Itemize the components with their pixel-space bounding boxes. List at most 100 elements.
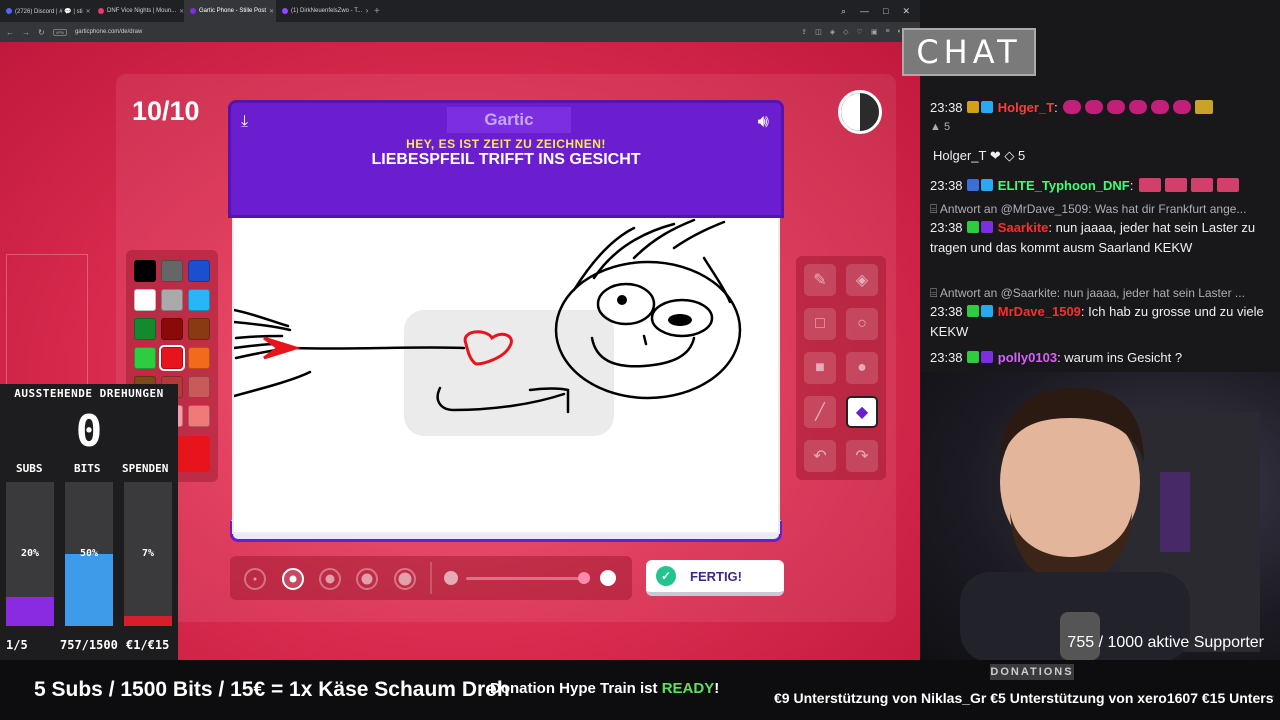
drawing-canvas[interactable] — [232, 218, 780, 534]
opacity-handle[interactable] — [578, 572, 590, 584]
chat-username[interactable]: Saarkite — [998, 220, 1049, 235]
close-tab-icon[interactable]: ✕ — [86, 8, 91, 15]
undo-icon[interactable]: ↶ — [804, 440, 836, 472]
chat-username[interactable]: Holger_T — [998, 100, 1054, 115]
filled-rectangle-icon[interactable]: ■ — [804, 352, 836, 384]
reply-text: Antwort an @MrDave_1509: Was hat dir Fra… — [939, 202, 1247, 216]
color-swatch[interactable] — [134, 347, 156, 369]
window-controls: ⌕ — □ ✕ — [841, 6, 920, 17]
wallet-icon[interactable]: ▣ — [871, 28, 878, 36]
badge-icon — [981, 351, 994, 363]
color-swatch[interactable] — [188, 347, 210, 369]
chat-time: 23:38 — [930, 100, 963, 115]
dnf-emote-icon — [1107, 100, 1126, 114]
brush-size-1[interactable] — [244, 568, 266, 590]
color-swatch[interactable] — [161, 260, 183, 282]
done-button[interactable]: ✓ FERTIG! — [646, 560, 784, 596]
menu-icon[interactable]: ≡ — [885, 28, 889, 36]
filled-ellipse-icon[interactable]: ● — [846, 352, 878, 384]
bits-label: BITS — [74, 462, 101, 475]
badge-icon — [981, 221, 994, 233]
tool-panel: ✎ ◈ □ ○ ■ ● ╱ ◆ ↶ ↷ — [796, 256, 886, 480]
reload-icon[interactable]: ↻ — [38, 28, 45, 37]
color-swatch[interactable] — [161, 318, 183, 340]
emote-icon — [1216, 178, 1239, 192]
dnf-emote-icon — [1129, 100, 1148, 114]
color-swatch[interactable] — [134, 289, 156, 311]
pen-icon[interactable]: ✎ — [804, 264, 836, 296]
minimize-button[interactable]: — — [860, 6, 869, 17]
stream-ticker: DONATIONS 5 Subs / 1500 Bits / 15€ = 1x … — [0, 660, 1280, 720]
bits-percent: 50% — [79, 548, 99, 559]
chat-time: 23:38 — [930, 304, 963, 319]
line-icon[interactable]: ╱ — [804, 396, 836, 428]
chat-time: 23:38 — [930, 220, 963, 235]
chat-message: 23:38 polly0103: warum ins Gesicht ? — [930, 348, 1272, 368]
chat-reply-context: ⌸ Antwort an @Saarkite: nun jaaaa, jeder… — [930, 283, 1272, 303]
color-swatch[interactable] — [188, 318, 210, 340]
back-icon[interactable]: ← — [6, 28, 14, 37]
spin-widget: AUSSTEHENDE DREHUNGEN 0 SUBS BITS SPENDE… — [0, 384, 178, 660]
dnf-emote-icon — [1151, 100, 1170, 114]
color-swatch[interactable] — [188, 260, 210, 282]
color-swatch[interactable] — [188, 405, 210, 427]
opacity-slider[interactable] — [466, 577, 590, 580]
chat-username[interactable]: polly0103 — [998, 350, 1057, 365]
watermark-logo — [404, 310, 614, 436]
forward-icon[interactable]: → — [22, 28, 30, 37]
shield-icon[interactable]: ◈ — [830, 28, 835, 36]
browser-tab-dnf[interactable]: DNF Vice Nights | Moun... ✕ — [92, 0, 184, 22]
brush-size-5[interactable] — [394, 568, 416, 590]
brush-size-3[interactable] — [319, 568, 341, 590]
drawing — [232, 218, 742, 436]
chat-message: 23:38 Holger_T: — [930, 98, 1272, 118]
reply-icon: ⌸ — [930, 286, 938, 300]
extension-icon[interactable]: ◇ — [843, 28, 848, 36]
color-swatch[interactable] — [134, 260, 156, 282]
timer-icon — [838, 90, 882, 134]
share-icon[interactable]: ⇪ — [801, 28, 807, 36]
browser-tab-discord[interactable]: (2726) Discord | # 💬 | sti ✕ — [0, 0, 92, 22]
dnf-emote-icon — [1063, 100, 1082, 114]
redo-icon[interactable]: ↷ — [846, 440, 878, 472]
round-counter: 10/10 — [132, 96, 200, 126]
rectangle-icon[interactable]: □ — [804, 308, 836, 340]
chat-text: : Ich hab zu grosse und zu viele KEKW — [930, 304, 1264, 339]
chat-username[interactable]: ELITE_Typhoon_DNF — [998, 178, 1130, 193]
brush-size-4[interactable] — [356, 568, 378, 590]
color-swatch[interactable] — [188, 376, 210, 398]
eraser-icon[interactable]: ◈ — [846, 264, 878, 296]
chat-text: : — [1054, 100, 1058, 115]
chat-username[interactable]: MrDave_1509 — [998, 304, 1081, 319]
search-tabs-icon[interactable]: ⌕ — [841, 6, 846, 17]
camera-icon[interactable]: ◫ — [815, 28, 822, 36]
bits-value: 757/1500 — [60, 638, 118, 652]
chat-text: ❤ ◇ 5 — [989, 148, 1026, 163]
brush-size-2[interactable] — [282, 568, 304, 590]
close-window-button[interactable]: ✕ — [902, 6, 910, 17]
color-swatch[interactable] — [161, 289, 183, 311]
address-bar: ← → ↻ VPN garticphone.com/de/draw ⇪ ◫ ◈ … — [0, 22, 920, 42]
badge-icon — [981, 101, 994, 113]
chat-reaction: ▲ 5 — [930, 121, 951, 133]
browser-tab-twitch[interactable]: (1) DirkNeuenfelsZwo - T... ✕ — [276, 0, 368, 22]
chat-username[interactable]: Holger_T — [933, 148, 986, 163]
gartic-logo: Gartic — [447, 107, 571, 133]
chat-message: 23:38 ELITE_Typhoon_DNF: — [930, 176, 1272, 196]
download-icon[interactable]: ⤓ — [241, 113, 248, 131]
maximize-button[interactable]: □ — [883, 6, 888, 17]
browser-tab-gartic[interactable]: Gartic Phone - Stille Post ✕ — [184, 0, 276, 22]
fill-bucket-icon[interactable]: ◆ — [846, 396, 878, 428]
new-tab-button[interactable]: + — [368, 6, 386, 17]
color-swatch[interactable] — [188, 289, 210, 311]
volume-icon[interactable]: 🔊︎ — [758, 111, 769, 132]
vpn-badge[interactable]: VPN — [52, 28, 67, 36]
url-field[interactable]: garticphone.com/de/draw — [75, 29, 142, 35]
color-swatch[interactable] — [134, 318, 156, 340]
close-tab-icon[interactable]: ✕ — [269, 8, 274, 15]
chat-message: 23:38 MrDave_1509: Ich hab zu grosse und… — [930, 302, 1272, 342]
color-swatch[interactable] — [159, 345, 185, 371]
heart-icon[interactable]: ♡ — [857, 28, 863, 36]
ellipse-icon[interactable]: ○ — [846, 308, 878, 340]
spenden-fill — [124, 615, 172, 626]
